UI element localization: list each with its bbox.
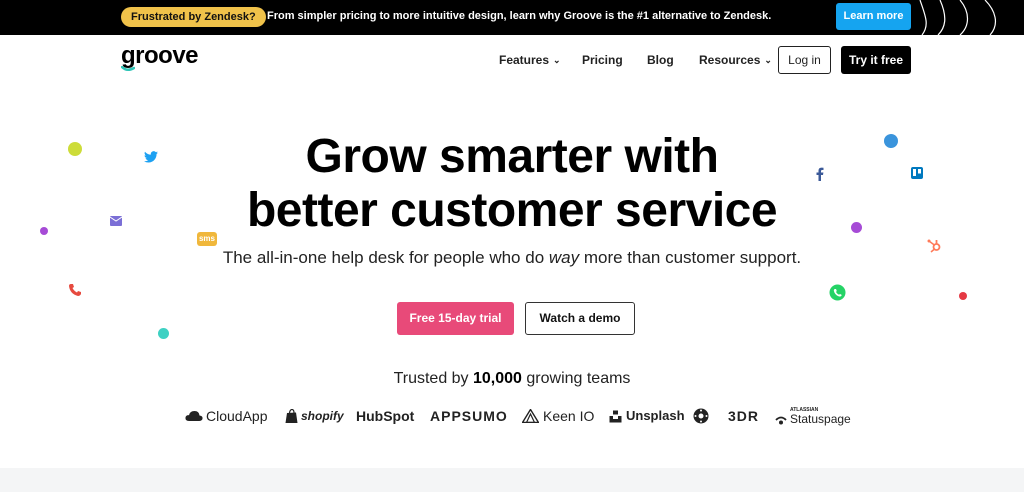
trusted-count: 10,000 <box>473 370 522 387</box>
hero-sub-emphasis: way <box>548 248 580 267</box>
brand-unsplash: Unsplash <box>609 406 685 426</box>
next-section-band <box>0 468 1024 492</box>
brand-hubspot: HubSpot <box>356 406 414 426</box>
keenio-icon <box>522 409 539 423</box>
hero-title-line1: Grow smarter with <box>305 130 719 183</box>
brand-keenio: Keen IO <box>522 406 594 426</box>
brand-appsumo-label: APPSUMO <box>430 408 508 424</box>
trusted-after: growing teams <box>521 370 631 387</box>
brand-3dr: 3DR <box>728 406 759 426</box>
brand-shopify-label: shopify <box>301 409 344 423</box>
brand-cloudapp-label: CloudApp <box>206 408 268 424</box>
groove-logo[interactable]: groove <box>121 44 207 72</box>
try-free-button[interactable]: Try it free <box>841 46 911 74</box>
logo-swoosh-icon <box>121 66 135 71</box>
promo-banner: Frustrated by Zendesk? From simpler pric… <box>0 0 1024 35</box>
watch-demo-button[interactable]: Watch a demo <box>525 302 635 335</box>
hero-subtitle: The all-in-one help desk for people who … <box>0 248 1024 268</box>
cloud-icon <box>185 411 203 421</box>
brand-shopify: shopify <box>285 406 344 426</box>
brand-unsplash-label: Unsplash <box>626 408 685 423</box>
nav-features-label: Features <box>499 53 550 67</box>
chevron-down-icon: ⌄ <box>764 55 772 65</box>
brand-hubspot-label: HubSpot <box>356 408 415 424</box>
nav-blog[interactable]: Blog <box>647 53 674 67</box>
brand-statuspage-label: Statuspage <box>790 411 851 426</box>
brand-keenio-label: Keen IO <box>543 408 595 424</box>
statuspage-text: ATLASSIAN Statuspage <box>790 407 851 426</box>
banner-text: From simpler pricing to more intuitive d… <box>267 10 772 22</box>
decor-dot <box>959 292 967 300</box>
chevron-down-icon: ⌄ <box>553 55 561 65</box>
trusted-by-text: Trusted by 10,000 growing teams <box>0 370 1024 388</box>
hero-title-line2: better customer service <box>246 184 778 237</box>
shopify-bag-icon <box>285 408 298 423</box>
decor-dot <box>158 328 169 339</box>
unsplash-icon <box>609 410 622 422</box>
nav-resources-label: Resources <box>699 53 761 67</box>
logo-text: groove <box>121 42 199 69</box>
login-button[interactable]: Log in <box>778 46 831 74</box>
nav-pricing[interactable]: Pricing <box>582 53 623 67</box>
phone-icon <box>69 284 81 296</box>
statuspage-icon <box>775 416 787 424</box>
hero-title: Grow smarter with better customer servic… <box>0 130 1024 238</box>
nav-features[interactable]: Features ⌄ <box>499 53 561 67</box>
banner-decoration-lines <box>919 0 997 35</box>
gear-logo-icon <box>693 408 709 424</box>
hero-sub-text-end: more than customer support. <box>579 248 802 267</box>
brand-appsumo: APPSUMO <box>430 406 508 426</box>
nav-resources[interactable]: Resources ⌄ <box>699 53 772 67</box>
whatsapp-icon <box>829 284 846 301</box>
brand-cloudapp: CloudApp <box>185 406 268 426</box>
banner-pill[interactable]: Frustrated by Zendesk? <box>121 7 266 27</box>
hero-sub-text: The all-in-one help desk for people who … <box>222 248 549 267</box>
free-trial-button[interactable]: Free 15-day trial <box>397 302 514 335</box>
brand-3dr-label: 3DR <box>728 408 760 424</box>
brand-statuspage: ATLASSIAN Statuspage <box>775 404 851 428</box>
trusted-before: Trusted by <box>393 370 473 387</box>
